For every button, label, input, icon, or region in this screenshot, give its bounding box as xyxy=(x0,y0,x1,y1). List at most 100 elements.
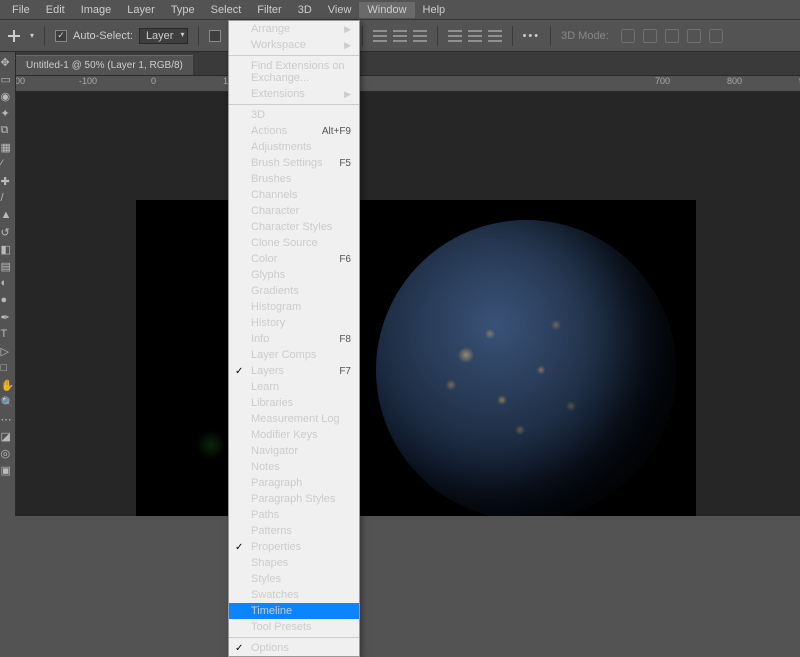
3d-roll-icon[interactable] xyxy=(643,29,657,43)
menu-item-brush-settings[interactable]: Brush SettingsF5 xyxy=(229,155,359,171)
menu-item-info[interactable]: InfoF8 xyxy=(229,331,359,347)
menu-select[interactable]: Select xyxy=(203,2,250,18)
menu-item-extensions[interactable]: Extensions▶ xyxy=(229,86,359,102)
menu-type[interactable]: Type xyxy=(163,2,203,18)
gradient-tool[interactable]: ▤ xyxy=(1,260,15,274)
eyedropper-tool[interactable]: ⁄ xyxy=(1,158,15,172)
menu-item-libraries[interactable]: Libraries xyxy=(229,395,359,411)
menu-item-character-styles[interactable]: Character Styles xyxy=(229,219,359,235)
menu-item-options[interactable]: Options xyxy=(229,640,359,656)
menu-item-brushes[interactable]: Brushes xyxy=(229,171,359,187)
menu-item-find-extensions-on-exchange-[interactable]: Find Extensions on Exchange... xyxy=(229,58,359,86)
fg-bg-color[interactable]: ◪ xyxy=(1,430,15,444)
menu-image[interactable]: Image xyxy=(73,2,120,18)
healing-tool[interactable]: ✚ xyxy=(1,175,15,189)
hand-tool[interactable]: ✋ xyxy=(1,379,15,393)
canvas-content xyxy=(376,220,676,516)
align-icon[interactable] xyxy=(373,30,387,42)
more-options-icon[interactable]: ••• xyxy=(523,30,541,42)
shape-tool[interactable]: □ xyxy=(1,362,15,376)
auto-select-target[interactable]: Layer xyxy=(139,28,189,44)
menu-item-histogram[interactable]: Histogram xyxy=(229,299,359,315)
menu-item-clone-source[interactable]: Clone Source xyxy=(229,235,359,251)
artboard xyxy=(136,200,696,516)
menu-item-timeline[interactable]: Timeline xyxy=(229,603,359,619)
menu-item-measurement-log[interactable]: Measurement Log xyxy=(229,411,359,427)
3d-zoom-icon[interactable] xyxy=(709,29,723,43)
menu-view[interactable]: View xyxy=(320,2,360,18)
menu-item-navigator[interactable]: Navigator xyxy=(229,443,359,459)
marquee-tool[interactable]: ▭ xyxy=(1,73,15,87)
history-brush-tool[interactable]: ↺ xyxy=(1,226,15,240)
align-icon[interactable] xyxy=(393,30,407,42)
stamp-tool[interactable]: ▲ xyxy=(1,209,15,223)
distribute-icon[interactable] xyxy=(448,30,462,42)
menu-item-arrange[interactable]: Arrange▶ xyxy=(229,21,359,37)
align-icon[interactable] xyxy=(413,30,427,42)
menu-item-layers[interactable]: LayersF7 xyxy=(229,363,359,379)
menu-item-swatches[interactable]: Swatches xyxy=(229,587,359,603)
menu-edit[interactable]: Edit xyxy=(38,2,73,18)
wand-tool[interactable]: ✦ xyxy=(1,107,15,121)
menu-3d[interactable]: 3D xyxy=(290,2,320,18)
menu-item-label: Adjustments xyxy=(251,141,312,153)
3d-slide-icon[interactable] xyxy=(687,29,701,43)
screen-mode[interactable]: ▣ xyxy=(1,464,15,478)
menu-item-layer-comps[interactable]: Layer Comps xyxy=(229,347,359,363)
menu-item-patterns[interactable]: Patterns xyxy=(229,523,359,539)
menu-item-workspace[interactable]: Workspace▶ xyxy=(229,37,359,53)
menu-item-history[interactable]: History xyxy=(229,315,359,331)
zoom-tool[interactable]: 🔍 xyxy=(1,396,15,410)
menu-layer[interactable]: Layer xyxy=(119,2,163,18)
document-tab[interactable]: Untitled-1 @ 50% (Layer 1, RGB/8) xyxy=(16,55,193,75)
path-tool[interactable]: ▷ xyxy=(1,345,15,359)
dodge-tool[interactable]: ● xyxy=(1,294,15,308)
3d-pan-icon[interactable] xyxy=(665,29,679,43)
blur-tool[interactable]: ◐ xyxy=(1,277,15,291)
menu-item-label: Paragraph Styles xyxy=(251,493,335,505)
menu-item-gradients[interactable]: Gradients xyxy=(229,283,359,299)
menu-item-3d[interactable]: 3D xyxy=(229,107,359,123)
frame-tool[interactable]: ▦ xyxy=(1,141,15,155)
menu-item-glyphs[interactable]: Glyphs xyxy=(229,267,359,283)
menu-file[interactable]: File xyxy=(4,2,38,18)
menu-window[interactable]: Window xyxy=(359,2,414,18)
distribute-icon[interactable] xyxy=(488,30,502,42)
menu-item-label: Character xyxy=(251,205,299,217)
menu-item-tool-presets[interactable]: Tool Presets xyxy=(229,619,359,635)
tool-preset-chevron[interactable]: ▾ xyxy=(30,31,34,40)
menu-item-channels[interactable]: Channels xyxy=(229,187,359,203)
pen-tool[interactable]: ✒ xyxy=(1,311,15,325)
eraser-tool[interactable]: ◧ xyxy=(1,243,15,257)
show-transform-checkbox[interactable] xyxy=(209,30,221,42)
type-tool[interactable]: T xyxy=(1,328,15,342)
canvas-area[interactable] xyxy=(16,92,800,516)
edit-toolbar[interactable]: ⋯ xyxy=(1,413,15,427)
crop-tool[interactable]: ⧉ xyxy=(1,124,15,138)
menu-item-learn[interactable]: Learn xyxy=(229,379,359,395)
3d-orbit-icon[interactable] xyxy=(621,29,635,43)
menu-item-paths[interactable]: Paths xyxy=(229,507,359,523)
distribute-icon[interactable] xyxy=(468,30,482,42)
menu-item-shortcut: F7 xyxy=(339,366,351,377)
menu-item-paragraph[interactable]: Paragraph xyxy=(229,475,359,491)
quick-mask[interactable]: ◎ xyxy=(1,447,15,461)
menu-item-color[interactable]: ColorF6 xyxy=(229,251,359,267)
menu-item-shapes[interactable]: Shapes xyxy=(229,555,359,571)
auto-select-checkbox[interactable] xyxy=(55,30,67,42)
menu-item-notes[interactable]: Notes xyxy=(229,459,359,475)
move-tool[interactable]: ✥ xyxy=(1,56,15,70)
menu-item-paragraph-styles[interactable]: Paragraph Styles xyxy=(229,491,359,507)
menu-item-character[interactable]: Character xyxy=(229,203,359,219)
menu-help[interactable]: Help xyxy=(415,2,454,18)
menu-filter[interactable]: Filter xyxy=(249,2,289,18)
menu-item-properties[interactable]: Properties xyxy=(229,539,359,555)
lasso-tool[interactable]: ◉ xyxy=(1,90,15,104)
menu-item-adjustments[interactable]: Adjustments xyxy=(229,139,359,155)
brush-tool[interactable]: / xyxy=(1,192,15,206)
menu-item-actions[interactable]: ActionsAlt+F9 xyxy=(229,123,359,139)
menu-item-label: Info xyxy=(251,333,269,345)
menu-item-styles[interactable]: Styles xyxy=(229,571,359,587)
menu-item-label: Channels xyxy=(251,189,297,201)
menu-item-modifier-keys[interactable]: Modifier Keys xyxy=(229,427,359,443)
